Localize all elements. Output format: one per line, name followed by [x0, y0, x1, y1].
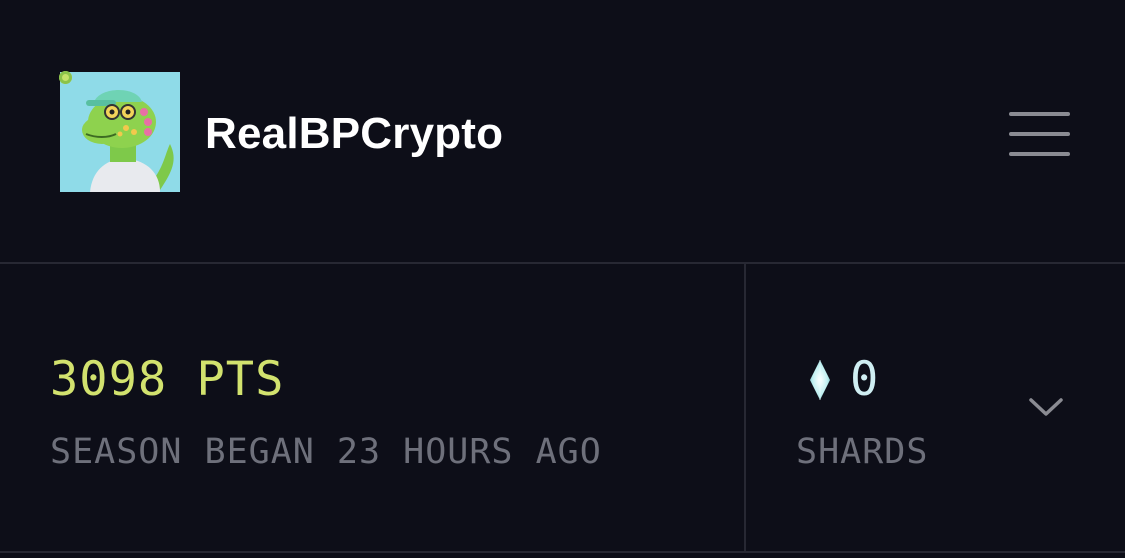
shards-count: 0: [850, 352, 879, 407]
divider: [0, 551, 1125, 553]
username: RealBPCrypto: [205, 109, 504, 158]
shards-label: SHARDS: [796, 432, 929, 472]
menu-button[interactable]: [1004, 108, 1074, 160]
profile-header: RealBPCrypto: [0, 0, 1125, 264]
shards-dropdown[interactable]: 0 SHARDS: [746, 264, 1125, 552]
points-value: 3098 PTS: [50, 352, 285, 407]
shard-crystal-icon: [810, 360, 830, 400]
season-points-panel: 3098 PTS SEASON BEGAN 23 HOURS AGO: [0, 264, 746, 552]
online-status-icon: [59, 71, 72, 84]
chevron-down-icon: [1029, 398, 1063, 416]
season-status: SEASON BEGAN 23 HOURS AGO: [50, 432, 602, 472]
avatar[interactable]: [60, 72, 180, 192]
lizard-avatar-icon: [60, 72, 180, 192]
